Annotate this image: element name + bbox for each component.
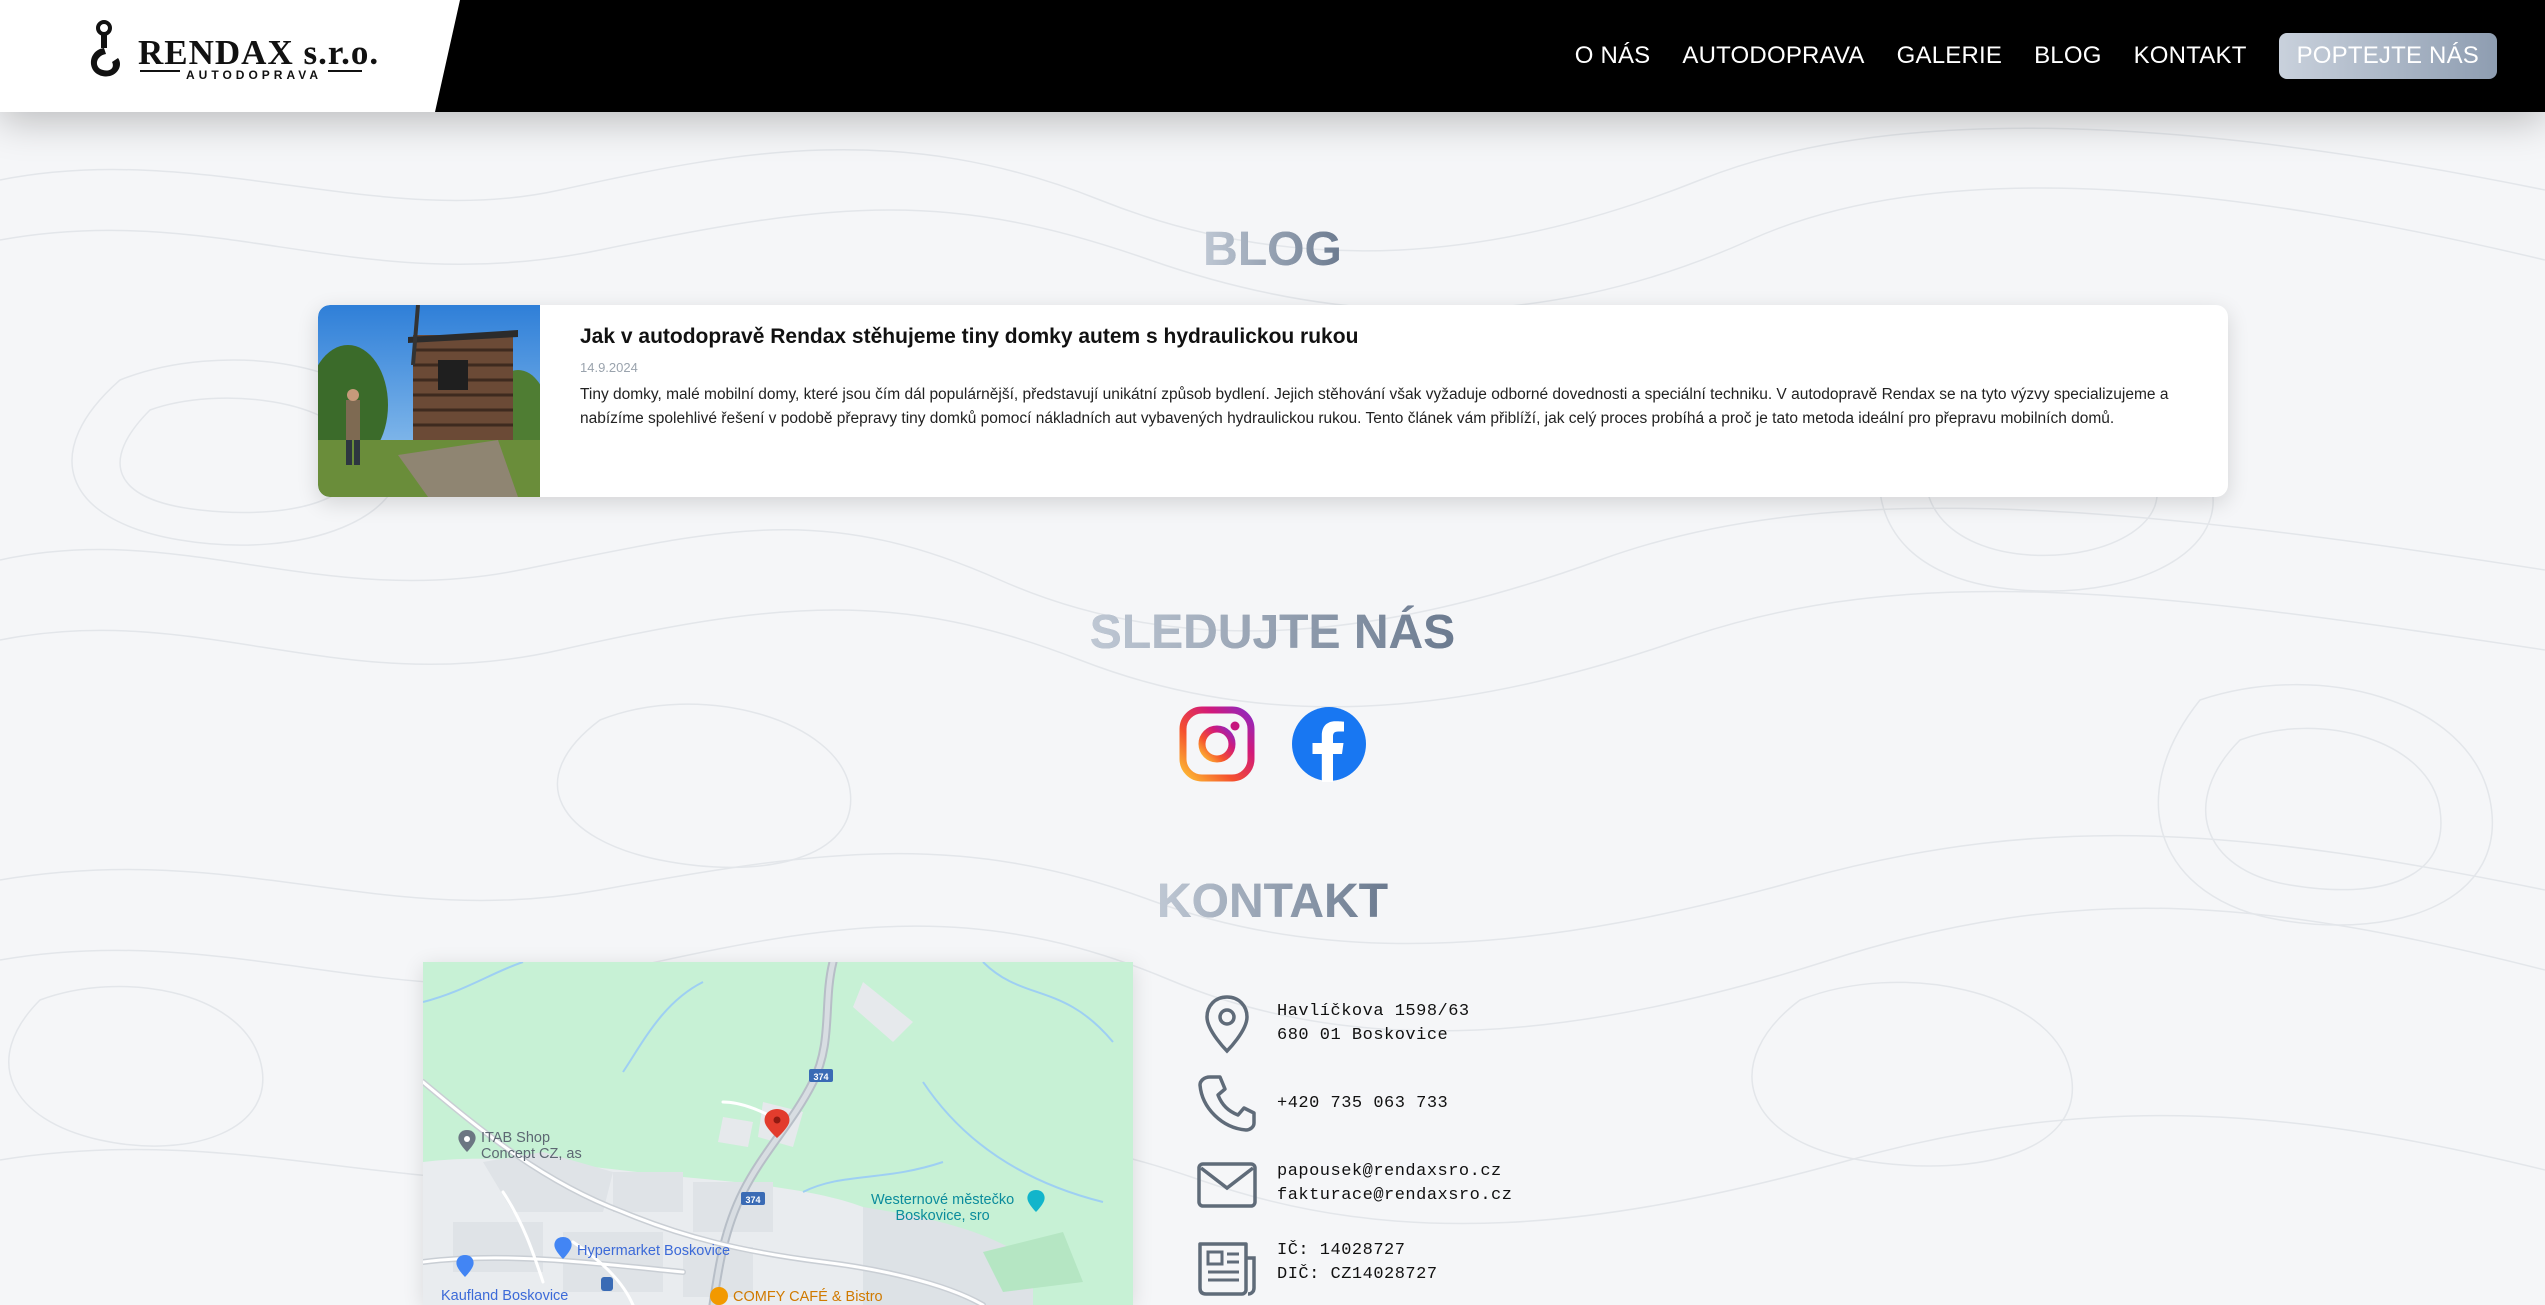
map-label-hypermarket[interactable]: Hypermarket Boskovice [577,1243,730,1259]
phone-icon [1198,1075,1256,1132]
map-label-itab[interactable]: ITAB Shop Concept CZ, as [481,1130,582,1162]
social-section-title: SLEDUJTE NÁS [0,605,2545,660]
logo-panel[interactable]: RENDAX s.r.o. AUTODOPRAVA [0,0,460,112]
road-shield-374-north: 374 [813,1072,829,1082]
facebook-icon[interactable] [1291,706,1367,782]
location-pin-icon [1205,995,1249,1054]
top-navigation-bar: RENDAX s.r.o. AUTODOPRAVA O NÁS AUTODOPR… [0,0,2545,112]
map-label-comfy[interactable]: COMFY CAFÉ & Bistro [733,1289,883,1305]
blog-post-image[interactable] [318,305,540,497]
instagram-icon[interactable] [1179,706,1255,782]
contact-phone[interactable]: +420 735 063 733 [1277,1092,1448,1116]
email-papousek[interactable]: papousek@rendaxsro.cz [1277,1160,1512,1184]
main-menu: O NÁS AUTODOPRAVA GALERIE BLOG KONTAKT P… [1575,33,2497,79]
brand-tagline: AUTODOPRAVA [180,68,329,82]
contact-emails: papousek@rendaxsro.cz fakturace@rendaxsr… [1277,1160,1512,1208]
nav-item-galerie[interactable]: GALERIE [1897,42,2002,70]
brand-name: RENDAX s.r.o. [138,33,380,72]
map-label-westernove[interactable]: Westernové městečko Boskovice, sro [871,1192,1014,1224]
location-map[interactable]: 374 374 ITAB Shop Concept CZ, as Western… [423,962,1133,1305]
envelope-icon [1197,1162,1257,1208]
nav-item-o-nas[interactable]: O NÁS [1575,42,1651,70]
company-ic: IČ: 14028727 [1277,1241,1406,1260]
nav-item-blog[interactable]: BLOG [2034,42,2102,70]
contact-address: Havlíčkova 1598/63 680 01 Boskovice [1277,1000,1470,1048]
company-dic: DIČ: CZ14028727 [1277,1265,1438,1284]
poptejte-nas-button[interactable]: POPTEJTE NÁS [2278,33,2497,79]
blog-post-date: 14.9.2024 [580,360,638,375]
address-street: Havlíčkova 1598/63 [1277,1002,1470,1021]
address-city: 680 01 Boskovice [1277,1026,1449,1045]
nav-item-kontakt[interactable]: KONTAKT [2134,42,2247,70]
contact-section-title: KONTAKT [0,874,2545,929]
document-icon [1198,1242,1256,1296]
map-label-kaufland[interactable]: Kaufland Boskovice [441,1288,568,1304]
blog-post-title[interactable]: Jak v autodopravě Rendax stěhujeme tiny … [580,325,1358,349]
email-fakturace[interactable]: fakturace@rendaxsro.cz [1277,1184,1512,1208]
blog-post-card[interactable]: Jak v autodopravě Rendax stěhujeme tiny … [318,305,2228,497]
road-shield-374-south: 374 [745,1195,761,1205]
crane-hook-icon [90,20,121,77]
contact-company-ids: IČ: 14028727 DIČ: CZ14028727 [1277,1239,1438,1287]
blog-section-title: BLOG [0,222,2545,277]
nav-item-autodoprava[interactable]: AUTODOPRAVA [1682,42,1864,70]
blog-post-excerpt: Tiny domky, malé mobilní domy, které jso… [580,386,2169,427]
